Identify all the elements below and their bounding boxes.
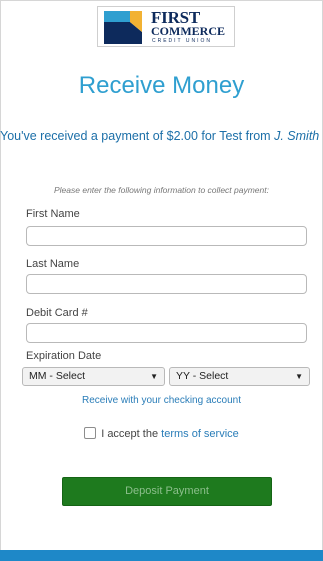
form-instructions: Please enter the following information t… — [54, 185, 269, 195]
debit-card-input[interactable] — [26, 323, 307, 343]
footer-bar — [0, 550, 323, 561]
page-title: Receive Money — [78, 72, 245, 99]
expiration-year-value: YY - Select — [176, 370, 229, 382]
payment-message: You've received a payment of $2.00 for T… — [0, 129, 323, 143]
logo-mark-icon — [100, 8, 146, 46]
logo-credit-union-text: CREDIT UNION — [152, 38, 213, 44]
expiration-year-select[interactable]: YY - Select ▼ — [169, 367, 310, 386]
payment-message-text: You've received a payment of $2.00 for T… — [0, 129, 271, 143]
expiration-month-value: MM - Select — [29, 370, 86, 382]
logo-commerce-text: COMMERCE — [151, 24, 225, 38]
deposit-payment-button[interactable]: Deposit Payment — [62, 477, 272, 506]
brand-logo: FIRST COMMERCE CREDIT UNION — [97, 6, 235, 47]
first-name-input[interactable] — [26, 226, 307, 246]
sender-name: J. Smith — [274, 129, 320, 143]
expiration-date-label: Expiration Date — [26, 350, 102, 362]
debit-card-label: Debit Card # — [26, 307, 88, 319]
last-name-input[interactable] — [26, 274, 307, 294]
expiration-month-select[interactable]: MM - Select ▼ — [22, 367, 165, 386]
terms-acceptance: I accept the terms of service — [0, 427, 323, 440]
terms-of-service-link[interactable]: terms of service — [161, 428, 239, 440]
first-name-label: First Name — [26, 208, 80, 220]
dropdown-arrow-icon: ▼ — [295, 372, 303, 381]
last-name-label: Last Name — [26, 258, 80, 270]
accept-terms-checkbox[interactable] — [84, 427, 97, 439]
dropdown-arrow-icon: ▼ — [150, 372, 158, 381]
checking-account-link[interactable]: Receive with your checking account — [0, 395, 323, 406]
accept-terms-label: I accept the — [101, 428, 159, 440]
